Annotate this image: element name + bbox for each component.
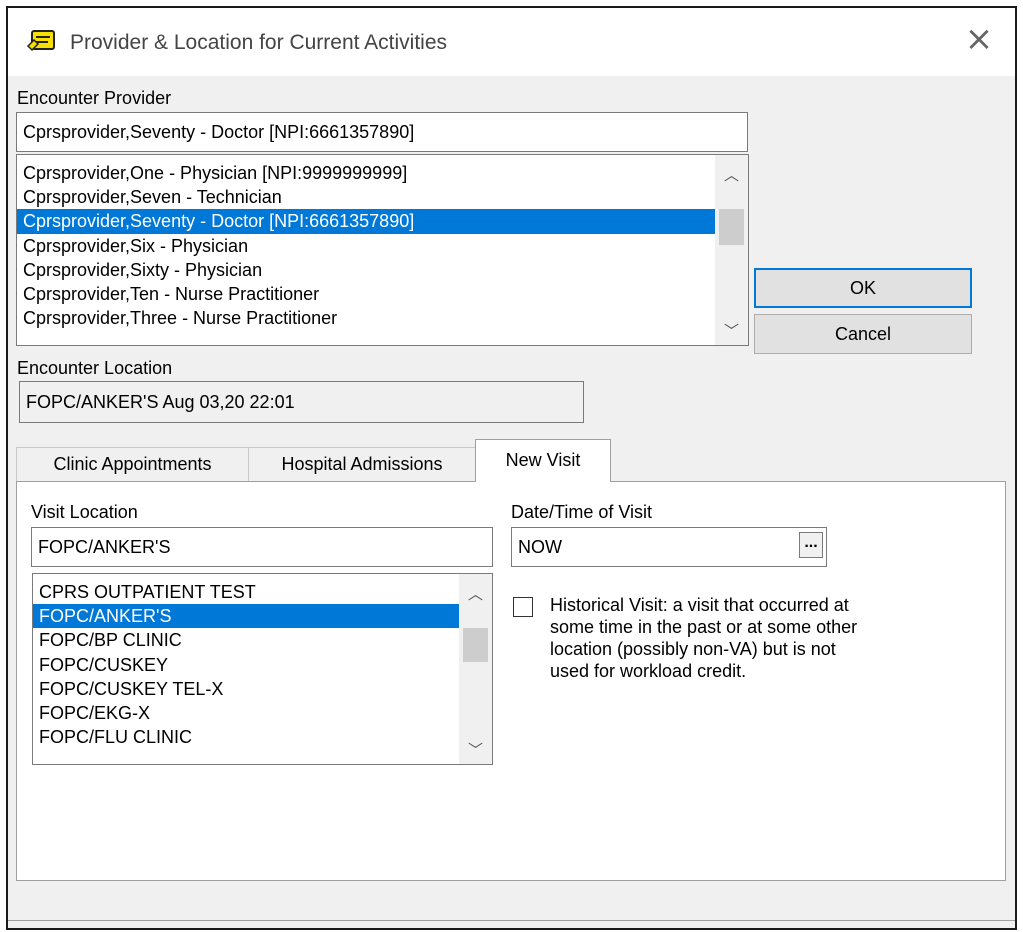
provider-list-item[interactable]: Cprsprovider,Six - Physician: [17, 234, 715, 258]
window-title: Provider & Location for Current Activiti…: [70, 31, 447, 54]
provider-listbox[interactable]: Cprsprovider,One - Physician [NPI:999999…: [16, 154, 749, 346]
cancel-button[interactable]: Cancel: [754, 314, 972, 354]
provider-list-item[interactable]: Cprsprovider,One - Physician [NPI:999999…: [17, 161, 715, 185]
encounter-provider-label: Encounter Provider: [17, 88, 172, 108]
location-scrollbar[interactable]: ︿ ﹀: [459, 574, 492, 764]
visit-location-input[interactable]: FOPC/ANKER'S: [31, 527, 493, 567]
provider-input[interactable]: Cprsprovider,Seventy - Doctor [NPI:66613…: [16, 112, 748, 152]
scroll-up-icon[interactable]: ︿: [715, 163, 748, 187]
scroll-down-icon[interactable]: ﹀: [459, 738, 492, 762]
location-list-item[interactable]: FOPC/CUSKEY: [33, 653, 459, 677]
title-bar: Provider & Location for Current Activiti…: [8, 8, 1015, 76]
provider-list-item[interactable]: Cprsprovider,Sixty - Physician: [17, 258, 715, 282]
provider-scrollbar[interactable]: ︿ ﹀: [715, 155, 748, 345]
visit-location-label: Visit Location: [31, 502, 138, 522]
scroll-up-icon[interactable]: ︿: [459, 582, 492, 606]
encounter-location-label: Encounter Location: [17, 358, 173, 378]
location-list-item[interactable]: FOPC/CUSKEY TEL-X: [33, 677, 459, 701]
scroll-down-icon[interactable]: ﹀: [715, 319, 748, 343]
tab-control: Clinic Appointments Hospital Admissions …: [8, 433, 1015, 928]
visit-location-listbox[interactable]: CPRS OUTPATIENT TEST FOPC/ANKER'S FOPC/BP …: [32, 573, 493, 765]
new-visit-panel: Visit Location FOPC/ANKER'S CPRS OUTPATI…: [16, 481, 1006, 881]
bottom-edge: [8, 920, 1015, 928]
location-list-item[interactable]: FOPC/FLU CLINIC: [33, 725, 459, 749]
historical-visit-checkbox[interactable]: [513, 597, 533, 617]
tab-clinic-appointments[interactable]: Clinic Appointments: [16, 447, 249, 481]
provider-list-item[interactable]: Cprsprovider,Three - Nurse Practitioner: [17, 306, 715, 330]
datetime-picker-button[interactable]: ...: [799, 532, 823, 558]
location-list-item[interactable]: FOPC/EKG-X: [33, 701, 459, 725]
location-list-item[interactable]: FOPC/ANKER'S: [33, 604, 459, 629]
scroll-thumb[interactable]: [463, 628, 488, 662]
location-list-item[interactable]: CPRS OUTPATIENT TEST: [33, 580, 459, 604]
notepad-icon: [26, 30, 55, 52]
scroll-thumb[interactable]: [719, 209, 744, 245]
dialog-window: Provider & Location for Current Activiti…: [6, 6, 1017, 930]
ok-button[interactable]: OK: [754, 268, 972, 308]
provider-list-item[interactable]: Cprsprovider,Ten - Nurse Practitioner: [17, 282, 715, 306]
provider-list-item[interactable]: Cprsprovider,Seven - Technician: [17, 185, 715, 209]
tab-new-visit[interactable]: New Visit: [475, 439, 611, 482]
location-readonly-field: FOPC/ANKER'S Aug 03,20 22:01: [19, 381, 584, 423]
historical-visit-description: Historical Visit: a visit that occurred …: [550, 595, 858, 681]
datetime-label: Date/Time of Visit: [511, 502, 653, 522]
datetime-value: NOW: [518, 537, 562, 557]
location-list-item[interactable]: FOPC/BP CLINIC: [33, 628, 459, 652]
datetime-input[interactable]: NOW ...: [511, 527, 827, 567]
tab-hospital-admissions[interactable]: Hospital Admissions: [248, 447, 476, 481]
close-icon[interactable]: ×: [961, 22, 997, 58]
provider-list-item[interactable]: Cprsprovider,Seventy - Doctor [NPI:66613…: [17, 209, 715, 234]
